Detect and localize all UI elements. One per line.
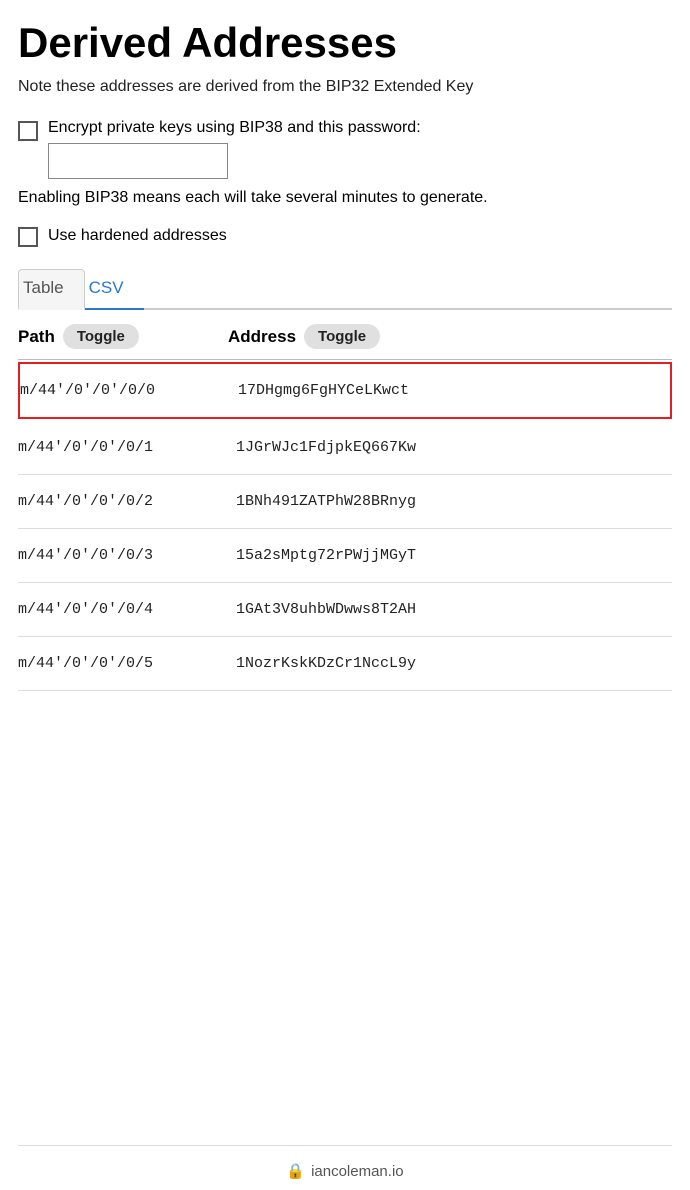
cell-address: 1GAt3V8uhbWDwws8T2AH bbox=[228, 583, 672, 636]
cell-path: m/44'/0'/0'/0/1 bbox=[18, 421, 228, 474]
cell-address: 1JGrWJc1FdjpkEQ667Kw bbox=[228, 421, 672, 474]
address-toggle-button[interactable]: Toggle bbox=[304, 324, 380, 349]
table-row[interactable]: m/44'/0'/0'/0/2 1BNh491ZATPhW28BRnyg bbox=[18, 475, 672, 529]
address-header-label: Address bbox=[228, 327, 296, 347]
cell-path: m/44'/0'/0'/0/5 bbox=[18, 637, 228, 690]
col-address-header: Address Toggle bbox=[228, 324, 672, 349]
bip38-left: Encrypt private keys using BIP38 and thi… bbox=[18, 119, 421, 179]
cell-path: m/44'/0'/0'/0/4 bbox=[18, 583, 228, 636]
cell-address: 1NozrKskKDzCr1NccL9y bbox=[228, 637, 672, 690]
cell-path: m/44'/0'/0'/0/2 bbox=[18, 475, 228, 528]
table-body: m/44'/0'/0'/0/0 17DHgmg6FgHYCeLKwct m/44… bbox=[18, 360, 672, 691]
hardened-label: Use hardened addresses bbox=[48, 225, 227, 247]
password-block: Encrypt private keys using BIP38 and thi… bbox=[48, 119, 421, 179]
path-toggle-button[interactable]: Toggle bbox=[63, 324, 139, 349]
tab-csv[interactable]: CSV bbox=[85, 270, 144, 310]
table-row[interactable]: m/44'/0'/0'/0/5 1NozrKskKDzCr1NccL9y bbox=[18, 637, 672, 691]
bip38-description: Enabling BIP38 means each will take seve… bbox=[18, 187, 672, 209]
bip38-checkbox[interactable] bbox=[18, 121, 38, 141]
hardened-checkbox[interactable] bbox=[18, 227, 38, 247]
tabs-container: Table CSV bbox=[18, 269, 672, 310]
bip38-label: Encrypt private keys using BIP38 and thi… bbox=[48, 119, 421, 137]
footer: 🔒 iancoleman.io bbox=[18, 1145, 672, 1190]
page-title: Derived Addresses bbox=[18, 20, 672, 66]
tab-table[interactable]: Table bbox=[18, 269, 85, 310]
table-header: Path Toggle Address Toggle bbox=[18, 310, 672, 360]
hardened-row: Use hardened addresses bbox=[18, 225, 672, 247]
page-subtitle: Note these addresses are derived from th… bbox=[18, 76, 672, 98]
table-row[interactable]: m/44'/0'/0'/0/4 1GAt3V8uhbWDwws8T2AH bbox=[18, 583, 672, 637]
cell-address: 15a2sMptg72rPWjjMGyT bbox=[228, 529, 672, 582]
col-path-header: Path Toggle bbox=[18, 324, 228, 349]
cell-address: 17DHgmg6FgHYCeLKwct bbox=[230, 364, 670, 417]
bip38-option-row: Encrypt private keys using BIP38 and thi… bbox=[18, 119, 672, 179]
cell-path: m/44'/0'/0'/0/3 bbox=[18, 529, 228, 582]
cell-path: m/44'/0'/0'/0/0 bbox=[20, 364, 230, 417]
table-row[interactable]: m/44'/0'/0'/0/1 1JGrWJc1FdjpkEQ667Kw bbox=[18, 421, 672, 475]
path-header-label: Path bbox=[18, 327, 55, 347]
table-row[interactable]: m/44'/0'/0'/0/0 17DHgmg6FgHYCeLKwct bbox=[18, 362, 672, 419]
footer-domain: iancoleman.io bbox=[311, 1163, 404, 1180]
password-input[interactable] bbox=[48, 143, 228, 179]
lock-icon: 🔒 bbox=[286, 1162, 305, 1180]
page-container: Derived Addresses Note these addresses a… bbox=[0, 0, 690, 1190]
table-row[interactable]: m/44'/0'/0'/0/3 15a2sMptg72rPWjjMGyT bbox=[18, 529, 672, 583]
cell-address: 1BNh491ZATPhW28BRnyg bbox=[228, 475, 672, 528]
